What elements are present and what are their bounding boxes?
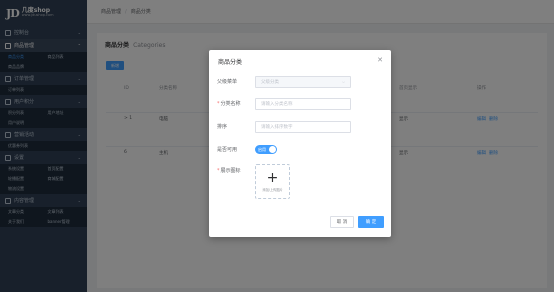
name-placeholder: 请输入分类名称 (261, 101, 293, 107)
upload-hint: 添加/上传图片 (262, 188, 283, 192)
visible-row: 是否可用 启用 (209, 143, 391, 156)
parent-row: 父级菜单 父级分类 ⌵ (209, 75, 391, 88)
visible-label: 是否可用 (217, 147, 238, 153)
plus-icon: + (266, 170, 279, 186)
sort-placeholder: 请输入排序数字 (261, 124, 293, 130)
parent-select[interactable]: 父级分类 ⌵ (255, 75, 351, 88)
image-upload[interactable]: + 添加/上传图片 (255, 164, 290, 199)
switch-text: 启用 (258, 146, 266, 152)
name-label: *分类名称 (217, 101, 241, 107)
cancel-button[interactable]: 取 消 (330, 216, 354, 228)
name-input[interactable]: 请输入分类名称 (255, 97, 351, 110)
sort-input[interactable]: 请输入排序数字 (255, 120, 351, 133)
visible-switch[interactable]: 启用 (255, 145, 277, 154)
parent-label: 父级菜单 (217, 79, 238, 85)
dialog-title: 商品分类 (218, 59, 243, 66)
confirm-button[interactable]: 确 定 (358, 216, 384, 228)
name-row: *分类名称 请输入分类名称 (209, 97, 391, 110)
parent-placeholder: 父级分类 (261, 79, 279, 85)
switch-knob (269, 146, 276, 153)
close-icon[interactable]: ✕ (377, 56, 383, 64)
category-dialog: 商品分类 ✕ 父级菜单 父级分类 ⌵ *分类名称 请输入分类名称 排序 请输入排… (209, 50, 391, 237)
chevron-down-icon: ⌵ (341, 79, 345, 84)
icon-row: *展示图标 (209, 164, 391, 177)
icon-label: *展示图标 (217, 168, 241, 174)
sort-row: 排序 请输入排序数字 (209, 120, 391, 133)
sort-label: 排序 (217, 124, 228, 130)
